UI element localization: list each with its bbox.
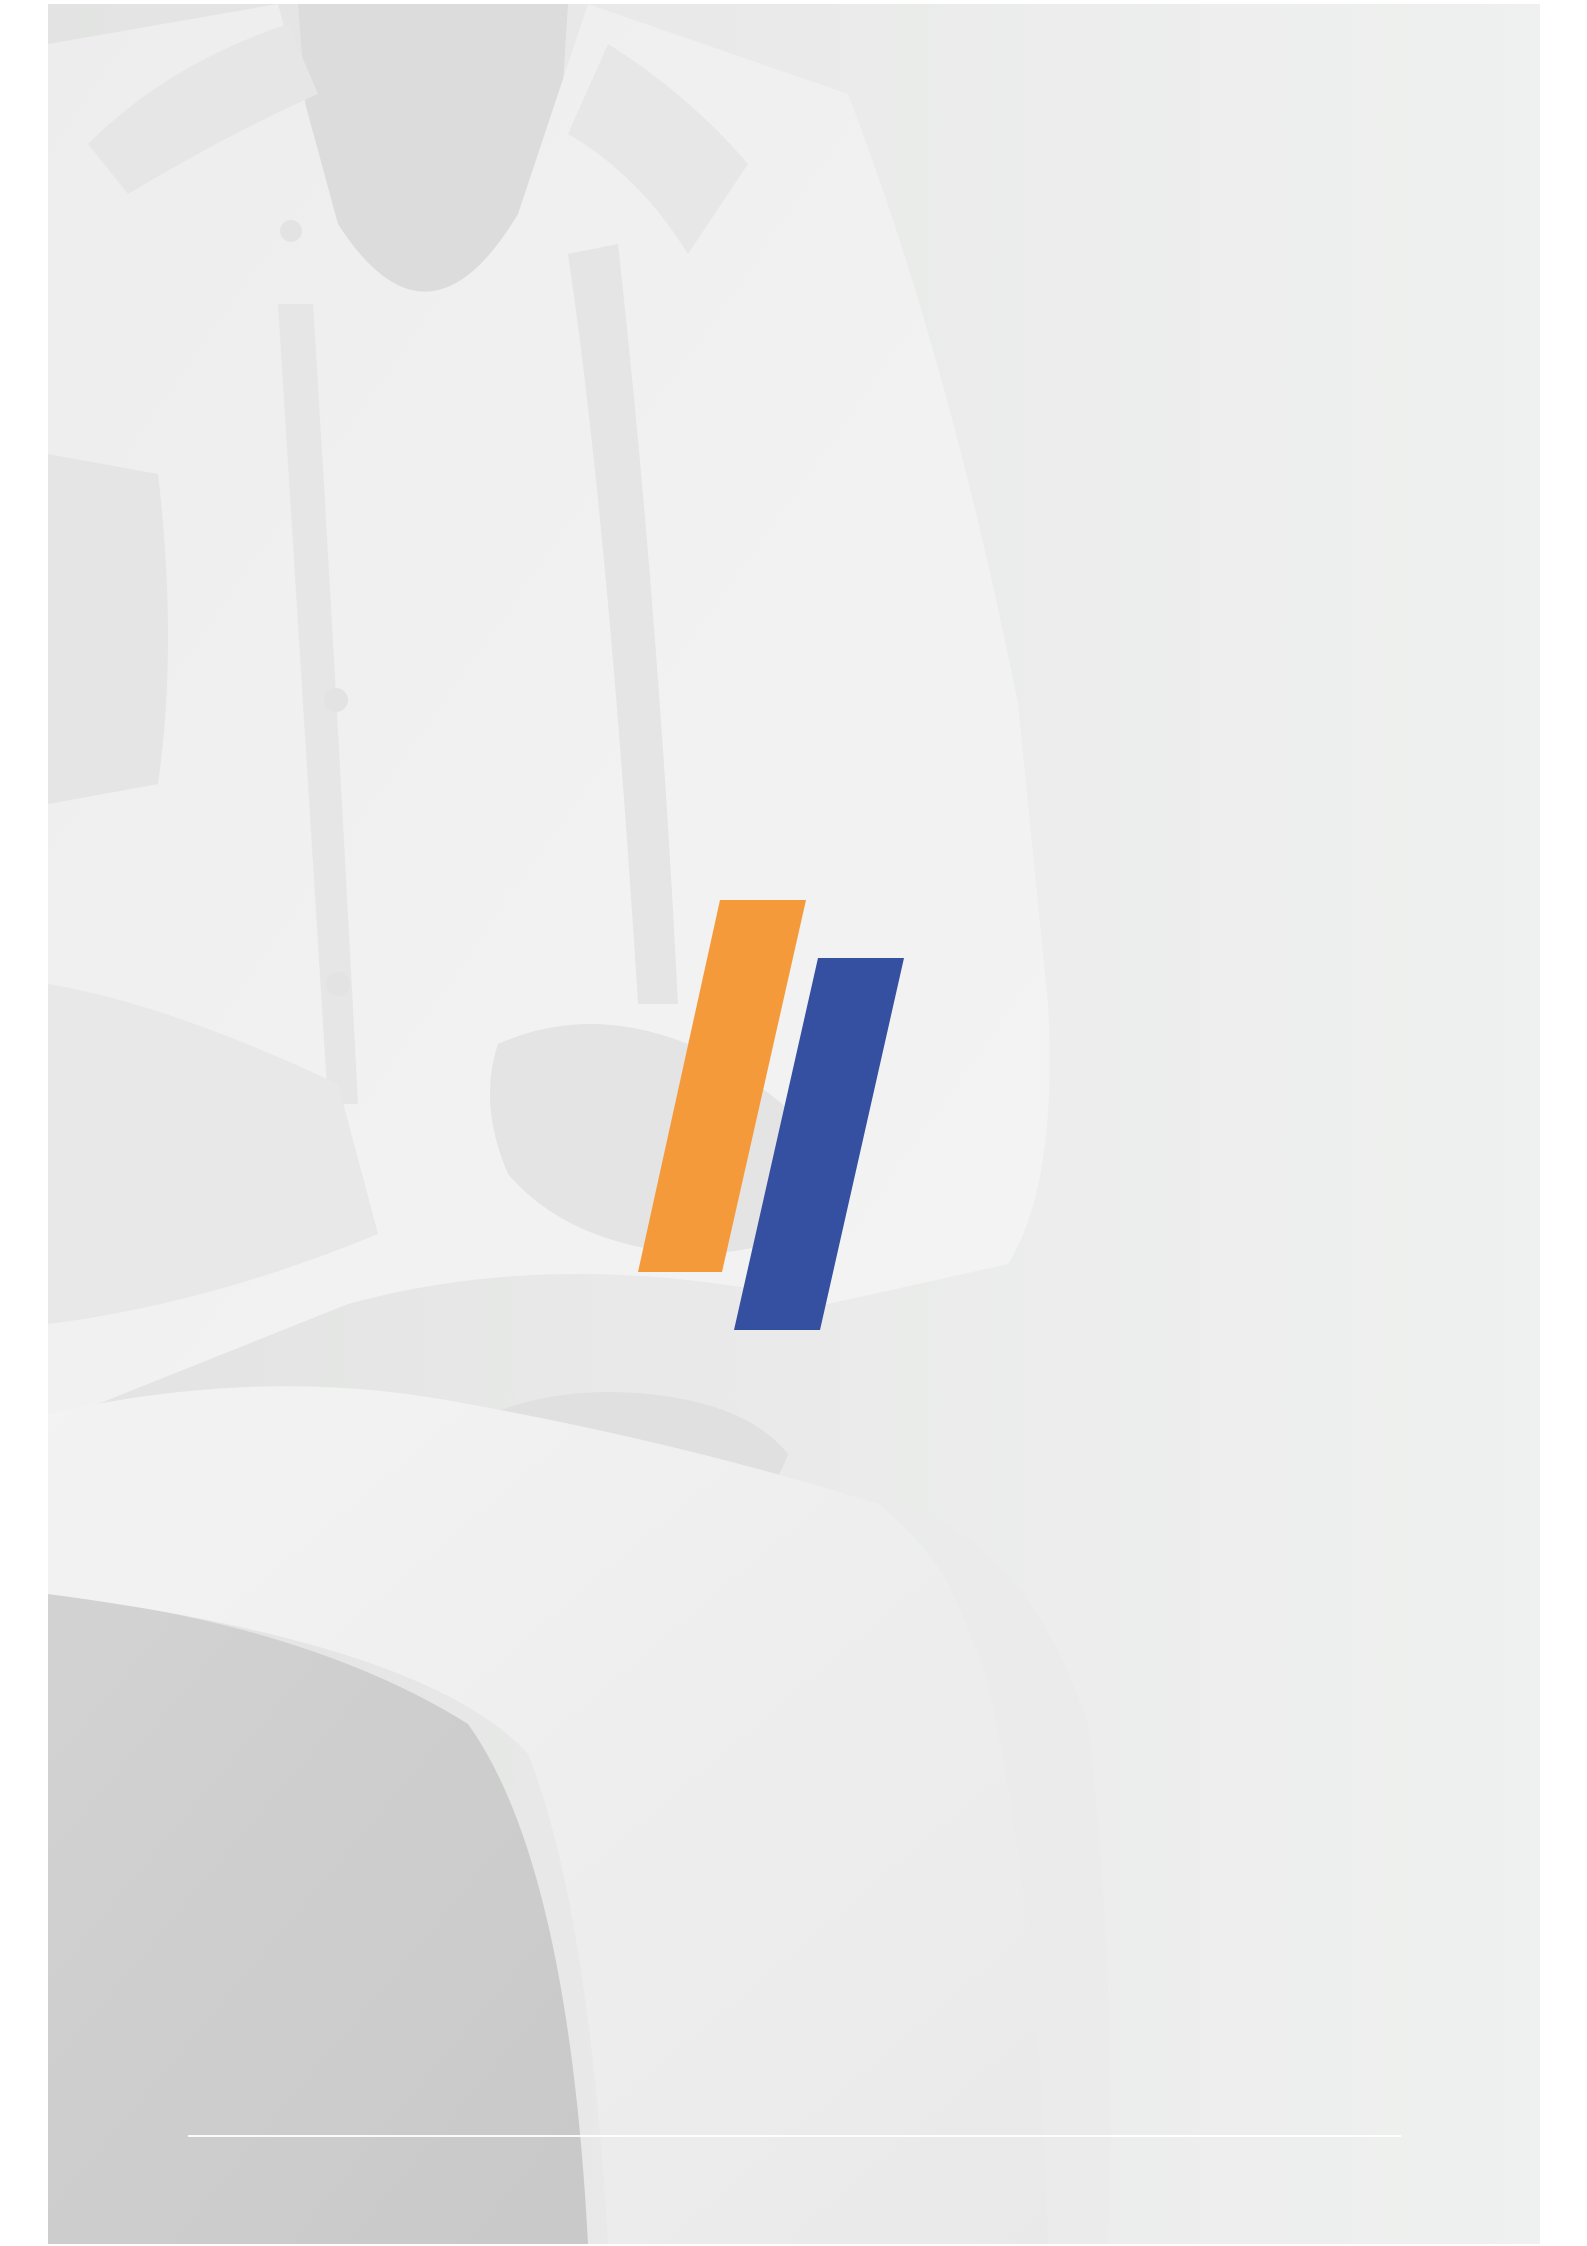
cover-page [48,4,1540,2244]
two-slanted-stripes-logo-icon [638,900,904,1330]
footer-rule [188,2135,1401,2137]
